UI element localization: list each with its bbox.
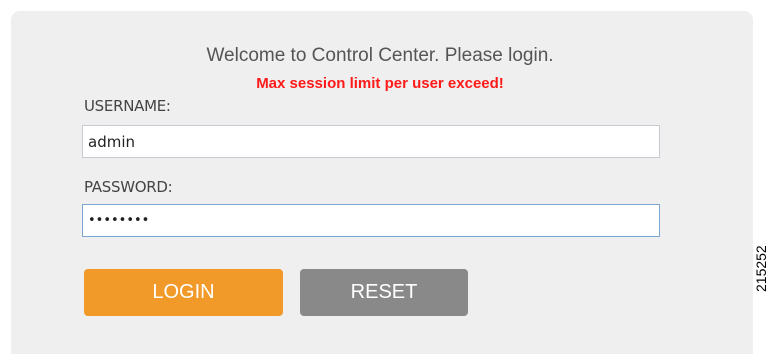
error-message: Max session limit per user exceed! <box>256 75 504 92</box>
login-button[interactable]: LOGIN <box>84 269 283 316</box>
figure-id-label: 215252 <box>753 245 769 292</box>
username-label: USERNAME: <box>84 97 171 115</box>
reset-button[interactable]: RESET <box>300 269 468 316</box>
username-input[interactable] <box>82 125 660 158</box>
password-input[interactable] <box>82 204 660 237</box>
password-label: PASSWORD: <box>84 178 173 196</box>
welcome-message: Welcome to Control Center. Please login. <box>206 45 554 66</box>
